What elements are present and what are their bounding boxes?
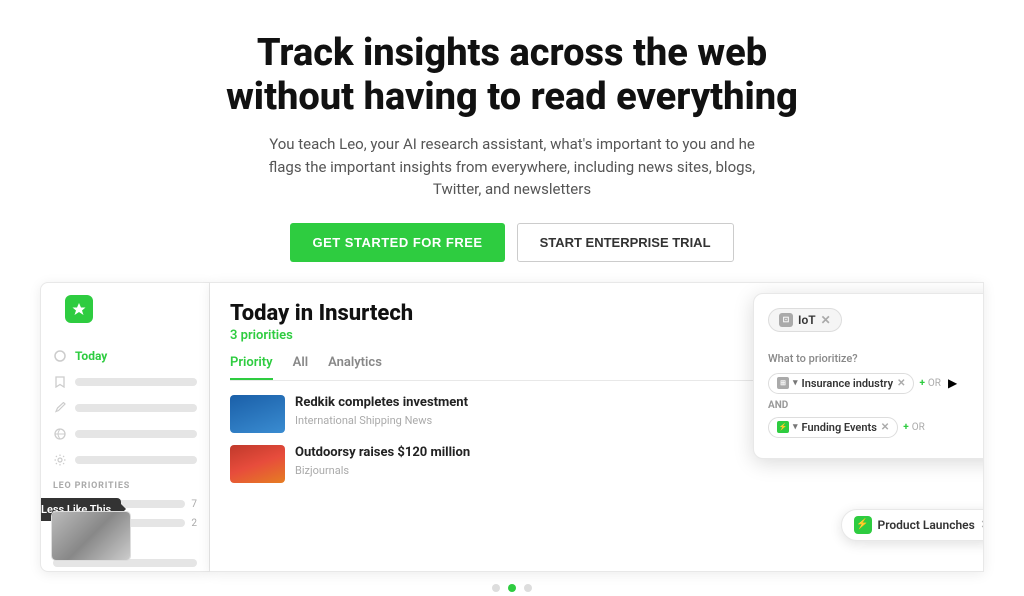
sidebar-item-placeholder bbox=[75, 456, 197, 464]
dot-1[interactable] bbox=[492, 584, 500, 592]
iot-icon: ⊡ bbox=[779, 313, 793, 327]
sidebar-logo bbox=[65, 295, 93, 323]
tab-all[interactable]: All bbox=[293, 355, 308, 380]
insurance-priority-row: ⊞ ▾ Insurance industry ✕ + OR ▶ bbox=[768, 373, 984, 394]
article-thumbnail bbox=[51, 511, 131, 561]
lightning-icon: ⚡ bbox=[854, 516, 872, 534]
article-thumbnail-2 bbox=[230, 445, 285, 483]
sidebar-today-item[interactable]: Today bbox=[41, 343, 209, 369]
thumb-bg-red bbox=[230, 445, 285, 483]
pencil-icon bbox=[53, 401, 67, 415]
funding-events-tag[interactable]: ⚡ ▾ Funding Events ✕ bbox=[768, 417, 898, 438]
tab-priority[interactable]: Priority bbox=[230, 355, 273, 380]
insurance-industry-tag[interactable]: ⊞ ▾ Insurance industry ✕ bbox=[768, 373, 914, 394]
sidebar-settings[interactable] bbox=[41, 447, 209, 473]
hero-buttons: GET STARTED FOR FREE START ENTERPRISE TR… bbox=[20, 223, 1004, 262]
sidebar-bookmark[interactable] bbox=[41, 369, 209, 395]
product-launches-tag[interactable]: ⚡ Product Launches ✕ bbox=[841, 509, 985, 541]
main-content-panel: Today in Insurtech 3 priorities Priority… bbox=[210, 282, 984, 572]
hero-section: Track insights across the web without ha… bbox=[0, 0, 1024, 282]
sidebar-panel: Today bbox=[40, 282, 210, 572]
iot-close-button[interactable]: ✕ bbox=[821, 313, 831, 327]
sidebar-pencil[interactable] bbox=[41, 395, 209, 421]
sidebar-globe[interactable] bbox=[41, 421, 209, 447]
dashboard-preview: Today bbox=[40, 282, 984, 572]
iot-tag[interactable]: ⊡ IoT ✕ bbox=[768, 308, 842, 332]
bookmark-icon bbox=[53, 375, 67, 389]
dot-2[interactable] bbox=[508, 584, 516, 592]
funding-priority-row: ⚡ ▾ Funding Events ✕ + OR bbox=[768, 417, 984, 438]
pagination-dots bbox=[0, 572, 1024, 596]
thumb-bg-blue bbox=[230, 395, 285, 433]
insurance-close-button[interactable]: ✕ bbox=[897, 378, 905, 389]
hero-subtitle: You teach Leo, your AI research assistan… bbox=[252, 133, 772, 201]
tab-analytics[interactable]: Analytics bbox=[328, 355, 382, 380]
enterprise-trial-button[interactable]: START ENTERPRISE TRIAL bbox=[517, 223, 734, 262]
dot-3[interactable] bbox=[524, 584, 532, 592]
article-source-2: Bizjournals bbox=[295, 464, 963, 477]
get-started-button[interactable]: GET STARTED FOR FREE bbox=[290, 223, 504, 262]
settings-icon bbox=[53, 453, 67, 467]
priority-panel: ⊡ IoT ✕ What to prioritize? ⊞ ▾ Insuranc… bbox=[753, 293, 984, 459]
product-launches-close[interactable]: ✕ bbox=[981, 518, 984, 531]
add-or-funding[interactable]: + OR bbox=[903, 422, 925, 433]
globe-icon bbox=[53, 427, 67, 441]
today-icon bbox=[53, 349, 67, 363]
article-thumbnail-1 bbox=[230, 395, 285, 433]
hero-title: Track insights across the web without ha… bbox=[172, 32, 852, 119]
and-separator: AND bbox=[768, 400, 984, 411]
funding-icon: ⚡ bbox=[777, 421, 789, 433]
sidebar-item-placeholder bbox=[75, 404, 197, 412]
sidebar-item-placeholder bbox=[75, 430, 197, 438]
industry-icon: ⊞ bbox=[777, 377, 789, 389]
sidebar-leo-priorities-label: LEO PRIORITIES bbox=[41, 473, 209, 495]
funding-close-button[interactable]: ✕ bbox=[881, 422, 889, 433]
what-to-prioritize-label: What to prioritize? bbox=[768, 352, 984, 365]
sidebar-item-placeholder bbox=[75, 378, 197, 386]
add-or-insurance[interactable]: + OR bbox=[919, 378, 941, 389]
thumbnail-image-bg bbox=[52, 512, 130, 560]
cursor-indicator: ▶ bbox=[948, 376, 957, 390]
